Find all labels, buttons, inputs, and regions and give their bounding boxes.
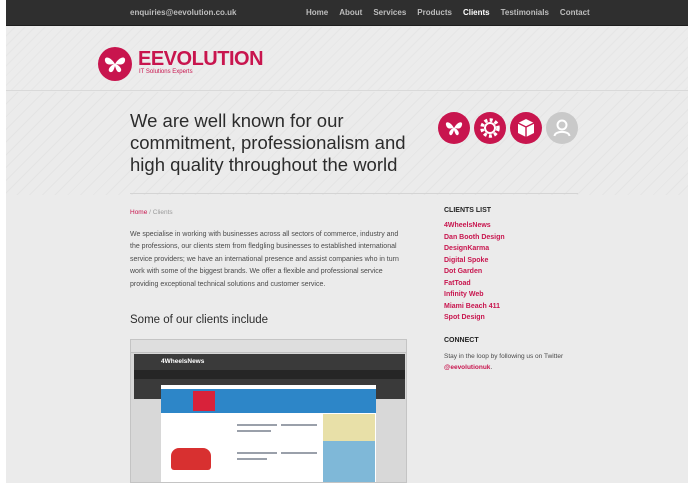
screenshot-text-line (237, 424, 277, 426)
screenshot-car-image (171, 448, 211, 470)
clients-list-heading: CLIENTS LIST (444, 207, 492, 214)
screenshot-text-line (281, 452, 317, 454)
nav-clients[interactable]: Clients (463, 8, 490, 17)
brand-tagline: IT Solutions Experts (139, 69, 193, 75)
nav-contact[interactable]: Contact (560, 8, 590, 17)
client-link[interactable]: Dan Booth Design (444, 234, 505, 241)
top-bar: enquiries@eevolution.co.uk Home About Se… (6, 0, 688, 26)
connect-message: Stay in the loop by following us on Twit… (444, 353, 564, 360)
browser-chrome (131, 340, 406, 353)
client-link[interactable]: Dot Garden (444, 268, 482, 275)
screenshot-text-line (237, 430, 271, 432)
client-link[interactable]: Infinity Web (444, 291, 484, 298)
screenshot-nav (134, 370, 405, 379)
butterfly-icon[interactable] (438, 112, 470, 144)
brand-name[interactable]: EEVOLUTION (138, 48, 264, 71)
hero-headline: We are well known for our commitment, pr… (130, 110, 406, 175)
screenshot-offer (193, 391, 215, 411)
user-icon[interactable] (546, 112, 578, 144)
client-link[interactable]: Miami Beach 411 (444, 303, 500, 310)
twitter-link[interactable]: @eevolutionuk (444, 364, 490, 371)
nav-home[interactable]: Home (306, 8, 328, 17)
intro-paragraph: We specialise in working with businesses… (130, 231, 399, 288)
butterfly-logo-icon[interactable] (98, 47, 132, 81)
page: enquiries@eevolution.co.uk Home About Se… (6, 0, 688, 483)
breadcrumb: Home / Clients (130, 209, 173, 216)
nav-testimonials[interactable]: Testimonials (501, 8, 549, 17)
client-link[interactable]: Spot Design (444, 314, 485, 321)
clients-subheading: Some of our clients include (130, 314, 269, 326)
screenshot-site-name: 4WheelsNews (161, 358, 205, 365)
screenshot-text-line (281, 424, 317, 426)
client-link[interactable]: DesignKarma (444, 245, 489, 252)
gear-icon[interactable] (474, 112, 506, 144)
client-link[interactable]: Digital Spoke (444, 257, 488, 264)
breadcrumb-separator: / (149, 209, 151, 216)
breadcrumb-current: Clients (152, 209, 173, 216)
contact-email-link[interactable]: enquiries@eevolution.co.uk (130, 8, 237, 17)
nav-about[interactable]: About (339, 8, 362, 17)
screenshot-text-line (237, 452, 277, 454)
main-nav: Home About Services Products Clients Tes… (306, 8, 601, 17)
nav-services[interactable]: Services (373, 8, 406, 17)
connect-text: Stay in the loop by following us on Twit… (444, 351, 594, 373)
breadcrumb-home-link[interactable]: Home (130, 209, 147, 216)
screenshot-ad-image (323, 441, 375, 482)
client-link[interactable]: 4WheelsNews (444, 222, 491, 229)
divider (130, 193, 578, 194)
screenshot-text-line (237, 458, 267, 460)
connect-heading: CONNECT (444, 337, 479, 344)
box-icon[interactable] (510, 112, 542, 144)
connect-period: . (490, 364, 493, 371)
client-site-screenshot[interactable]: 4WheelsNews (130, 339, 407, 483)
nav-products[interactable]: Products (417, 8, 452, 17)
client-link[interactable]: FatToad (444, 280, 471, 287)
